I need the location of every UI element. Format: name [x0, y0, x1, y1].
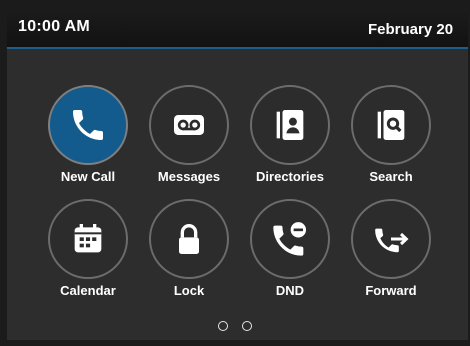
messages-button-circle[interactable] — [149, 85, 229, 165]
calendar-icon — [50, 201, 126, 277]
forward-button-circle[interactable] — [351, 199, 431, 279]
page-dot-1[interactable] — [218, 321, 228, 331]
search-directory-icon — [353, 87, 429, 163]
contacts-book-icon — [252, 87, 328, 163]
do-not-disturb-icon — [252, 201, 328, 277]
calendar-label: Calendar — [60, 283, 116, 298]
page-dot-2[interactable] — [242, 321, 252, 331]
status-bar-divider — [7, 47, 468, 49]
dnd-button-circle[interactable] — [250, 199, 330, 279]
dnd-label: DND — [275, 283, 305, 298]
call-forward-icon — [353, 201, 429, 277]
calendar-button[interactable]: Calendar — [40, 199, 136, 315]
status-bar: 10:00 AM February 20 — [7, 7, 468, 47]
lock-icon — [151, 201, 227, 277]
page-indicator — [218, 321, 252, 333]
messages-button[interactable]: Messages — [141, 85, 237, 201]
directories-label: Directories — [256, 169, 324, 184]
forward-button[interactable]: Forward — [343, 199, 439, 315]
forward-label: Forward — [365, 283, 417, 298]
lock-label: Lock — [173, 283, 205, 298]
lock-button[interactable]: Lock — [141, 199, 237, 315]
search-label: Search — [369, 169, 413, 184]
status-date: February 20 — [368, 21, 454, 38]
voicemail-icon — [151, 87, 227, 163]
directories-button-circle[interactable] — [250, 85, 330, 165]
search-button[interactable]: Search — [343, 85, 439, 201]
new-call-label: New Call — [60, 169, 116, 184]
new-call-button[interactable]: New Call — [40, 85, 136, 201]
phone-home-screen: 10:00 AM February 20 New Call Messages D… — [7, 7, 468, 340]
directories-button[interactable]: Directories — [242, 85, 338, 201]
lock-button-circle[interactable] — [149, 199, 229, 279]
dnd-button[interactable]: DND — [242, 199, 338, 315]
messages-label: Messages — [157, 169, 221, 184]
search-button-circle[interactable] — [351, 85, 431, 165]
calendar-button-circle[interactable] — [48, 199, 128, 279]
new-call-button-circle[interactable] — [48, 85, 128, 165]
status-time: 10:00 AM — [18, 18, 91, 35]
phone-icon — [50, 87, 126, 163]
